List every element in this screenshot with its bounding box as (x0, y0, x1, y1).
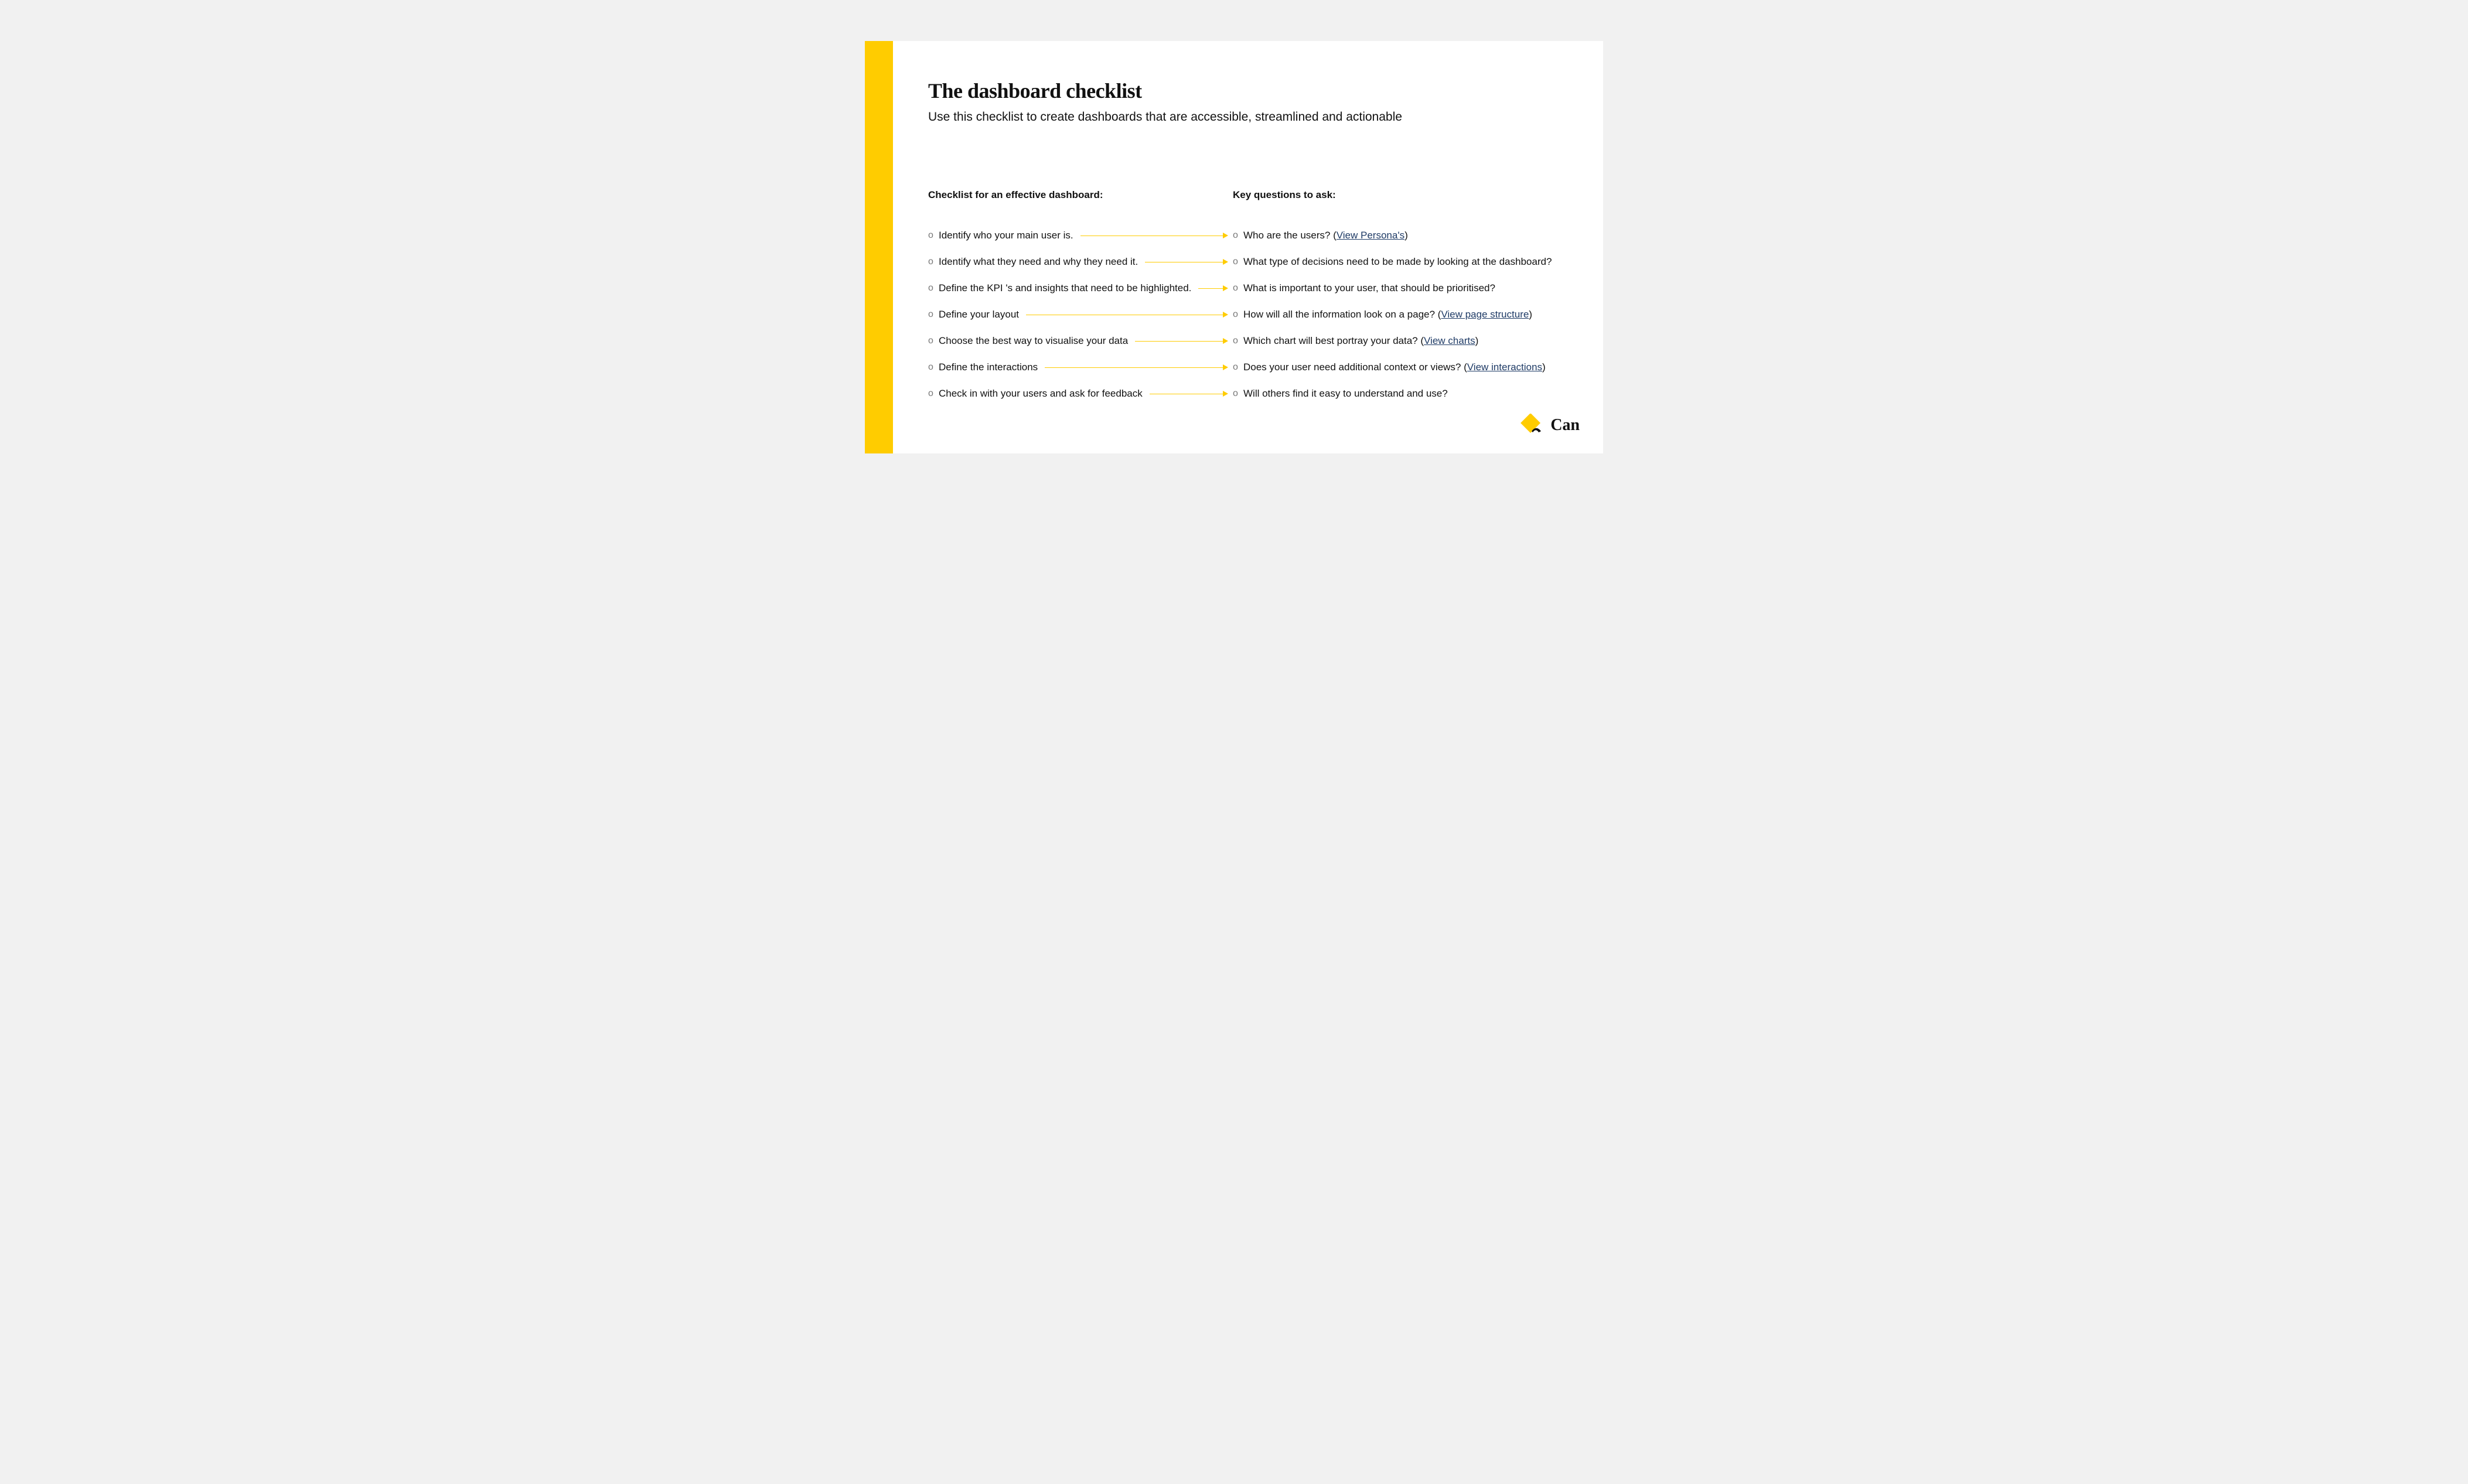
question-item-text: Will others find it easy to understand a… (1243, 388, 1448, 400)
arrow-icon (1145, 261, 1228, 262)
checklist-item-text: Identify who your main user is. (939, 230, 1073, 241)
checklist-item-text: Identify what they need and why they nee… (939, 256, 1138, 268)
content-card: The dashboard checklist Use this checkli… (893, 41, 1603, 453)
accent-bar (865, 41, 893, 453)
question-pre-text: Does your user need additional context o… (1243, 361, 1467, 373)
bullet-icon: o (1233, 309, 1243, 320)
bullet-icon: o (928, 283, 939, 294)
question-row: o Does your user need additional context… (1233, 354, 1561, 380)
question-pre-text: What type of decisions need to be made b… (1243, 256, 1552, 267)
bullet-icon: o (928, 230, 939, 241)
view-charts-link[interactable]: View charts (1424, 335, 1475, 346)
bullet-icon: o (928, 388, 939, 399)
checklist-column: Checklist for an effective dashboard: o … (928, 189, 1233, 407)
checklist-row: o Define your layout (928, 301, 1233, 327)
page-stage: The dashboard checklist Use this checkli… (823, 0, 1645, 494)
brand-logo-icon (1520, 414, 1546, 437)
question-post-text: ) (1405, 230, 1408, 241)
bullet-icon: o (928, 336, 939, 346)
checklist-row: o Choose the best way to visualise your … (928, 327, 1233, 354)
checklist-item-text: Define your layout (939, 309, 1019, 320)
question-item-text: What type of decisions need to be made b… (1243, 256, 1552, 268)
question-pre-text: Who are the users? ( (1243, 230, 1337, 241)
view-personas-link[interactable]: View Persona's (1337, 230, 1405, 241)
bullet-icon: o (1233, 336, 1243, 346)
question-row: o What is important to your user, that s… (1233, 275, 1561, 301)
arrow-icon (1026, 314, 1228, 315)
arrow-icon (1150, 393, 1228, 394)
page-title: The dashboard checklist (928, 79, 1568, 103)
question-post-text: ) (1529, 309, 1532, 320)
question-row: o How will all the information look on a… (1233, 301, 1561, 327)
question-item-text: What is important to your user, that sho… (1243, 282, 1495, 294)
question-post-text: ) (1542, 361, 1546, 373)
question-row: o What type of decisions need to be made… (1233, 248, 1561, 275)
bullet-icon: o (1233, 257, 1243, 267)
question-pre-text: How will all the information look on a p… (1243, 309, 1441, 320)
checklist-heading: Checklist for an effective dashboard: (928, 189, 1233, 201)
arrow-icon (1135, 340, 1228, 341)
view-interactions-link[interactable]: View interactions (1467, 361, 1542, 373)
question-row: o Will others find it easy to understand… (1233, 380, 1561, 407)
checklist-item-text: Define the interactions (939, 361, 1038, 373)
question-row: o Who are the users? (View Persona's) (1233, 222, 1561, 248)
brand-text: Can (1550, 416, 1580, 435)
questions-heading: Key questions to ask: (1233, 189, 1561, 201)
view-page-structure-link[interactable]: View page structure (1441, 309, 1529, 320)
checklist-item-text: Check in with your users and ask for fee… (939, 388, 1143, 400)
brand-mark: Can (1520, 414, 1580, 437)
bullet-icon: o (1233, 362, 1243, 373)
bullet-icon: o (1233, 283, 1243, 294)
bullet-icon: o (928, 362, 939, 373)
checklist-item-text: Define the KPI 's and insights that need… (939, 282, 1191, 294)
checklist-row: o Identify what they need and why they n… (928, 248, 1233, 275)
checklist-row: o Identify who your main user is. (928, 222, 1233, 248)
bullet-icon: o (928, 257, 939, 267)
question-item-text: How will all the information look on a p… (1243, 309, 1532, 320)
question-post-text: ) (1475, 335, 1479, 346)
questions-column: Key questions to ask: o Who are the user… (1233, 189, 1561, 407)
checklist-row: o Define the interactions (928, 354, 1233, 380)
question-pre-text: Will others find it easy to understand a… (1243, 388, 1448, 399)
page-subtitle: Use this checklist to create dashboards … (928, 109, 1568, 125)
checklist-row: o Check in with your users and ask for f… (928, 380, 1233, 407)
bullet-icon: o (1233, 388, 1243, 399)
columns-wrapper: Checklist for an effective dashboard: o … (928, 189, 1568, 407)
checklist-row: o Define the KPI 's and insights that ne… (928, 275, 1233, 301)
question-row: o Which chart will best portray your dat… (1233, 327, 1561, 354)
checklist-item-text: Choose the best way to visualise your da… (939, 335, 1128, 347)
question-item-text: Which chart will best portray your data?… (1243, 335, 1478, 347)
question-item-text: Who are the users? (View Persona's) (1243, 230, 1408, 241)
question-pre-text: What is important to your user, that sho… (1243, 282, 1495, 294)
bullet-icon: o (1233, 230, 1243, 241)
bullet-icon: o (928, 309, 939, 320)
arrow-icon (1080, 235, 1228, 236)
question-item-text: Does your user need additional context o… (1243, 361, 1546, 373)
question-pre-text: Which chart will best portray your data?… (1243, 335, 1424, 346)
